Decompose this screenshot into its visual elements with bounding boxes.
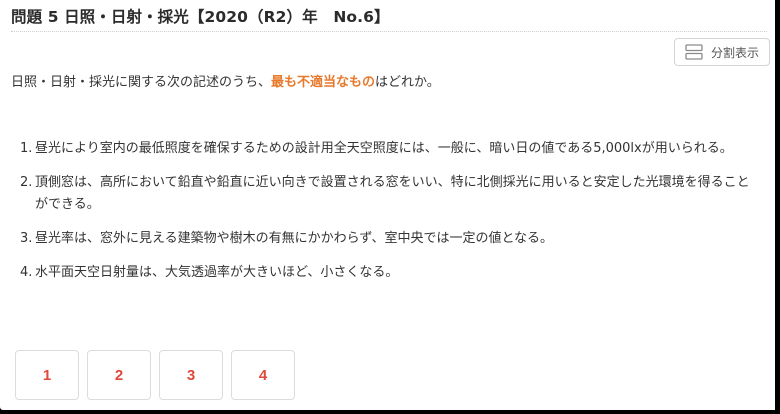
option-number: 2. <box>20 175 33 190</box>
answer-buttons: 1 2 3 4 <box>15 350 295 400</box>
option-item-2: 2. 頂側窓は、高所において鉛直や鉛直に近い向きで設置される窓をいい、特に北側採… <box>20 172 760 216</box>
option-item-1: 1. 昼光により室内の最低照度を確保するための設計用全天空照度には、一般に、暗い… <box>20 138 760 160</box>
answer-button-2[interactable]: 2 <box>87 350 151 400</box>
question-suffix: はどれか。 <box>375 75 440 90</box>
option-text: 昼光率は、窓外に見える建築物や樹木の有無にかかわらず、室中央では一定の値となる。 <box>35 231 554 246</box>
option-list: 1. 昼光により室内の最低照度を確保するための設計用全天空照度には、一般に、暗い… <box>20 138 760 296</box>
answer-button-4[interactable]: 4 <box>231 350 295 400</box>
option-number: 3. <box>20 231 33 246</box>
question-prefix: 日照・日射・採光に関する次の記述のうち、 <box>11 75 272 90</box>
answer-button-1[interactable]: 1 <box>15 350 79 400</box>
question-text: 日照・日射・採光に関する次の記述のうち、最も不適当なものはどれか。 <box>11 71 440 90</box>
title-divider <box>11 31 767 32</box>
option-text: 頂側窓は、高所において鉛直や鉛直に近い向きで設置される窓をいい、特に北側採光に用… <box>35 175 750 212</box>
option-text: 昼光により室内の最低照度を確保するための設計用全天空照度には、一般に、暗い日の値… <box>35 141 733 156</box>
split-view-button[interactable]: 分割表示 <box>674 38 770 66</box>
split-view-icon <box>685 44 703 60</box>
option-number: 4. <box>20 265 33 280</box>
page-title: 問題 5 日照・日射・採光【2020（R2）年 No.6】 <box>11 8 390 26</box>
question-highlight: 最も不適当なもの <box>271 75 376 90</box>
option-text: 水平面天空日射量は、大気透過率が大きいほど、小さくなる。 <box>35 265 399 280</box>
option-item-4: 4. 水平面天空日射量は、大気透過率が大きいほど、小さくなる。 <box>20 262 760 284</box>
split-view-label: 分割表示 <box>711 45 760 60</box>
quiz-panel: 問題 5 日照・日射・採光【2020（R2）年 No.6】 分割表示 日照・日射… <box>0 0 775 410</box>
option-item-3: 3. 昼光率は、窓外に見える建築物や樹木の有無にかかわらず、室中央では一定の値と… <box>20 228 760 250</box>
option-number: 1. <box>20 141 33 156</box>
answer-button-3[interactable]: 3 <box>159 350 223 400</box>
